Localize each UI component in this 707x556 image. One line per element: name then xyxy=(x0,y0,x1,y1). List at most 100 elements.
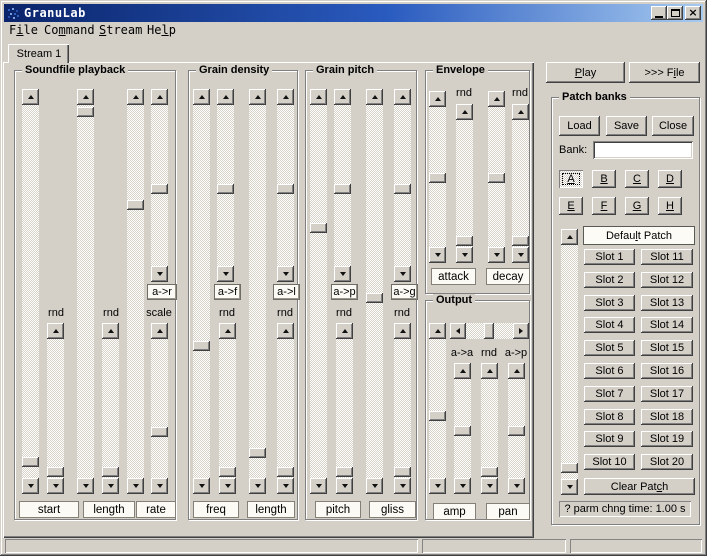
grainlength-rnd-slider-thumb[interactable] xyxy=(277,467,294,477)
freq-rnd-slider-track[interactable] xyxy=(219,339,236,478)
freq-main-slider-up-button[interactable] xyxy=(193,89,210,105)
amp-atoa-slider-down-button[interactable] xyxy=(454,478,471,494)
bank-name-input[interactable] xyxy=(593,141,693,159)
grainlength-main-slider-up-button[interactable] xyxy=(249,89,266,105)
freq-main-slider-track[interactable] xyxy=(193,105,210,478)
amp-atoa-slider-track[interactable] xyxy=(454,379,471,478)
gliss-amp-slider-track[interactable] xyxy=(394,105,411,266)
grainlength-rnd-slider-track[interactable] xyxy=(277,339,294,478)
amp-main-slider-track[interactable] xyxy=(429,339,446,478)
pan-rnd-slider-down-button[interactable] xyxy=(481,478,498,494)
patch-list-scrollbar-up-button[interactable] xyxy=(561,229,578,245)
freq-amp-slider[interactable] xyxy=(217,89,234,282)
gliss-amp-slider-down-button[interactable] xyxy=(394,266,411,282)
slot-4-button[interactable]: Slot 4 xyxy=(584,317,635,333)
amp-to-pitch-button[interactable]: a->p xyxy=(331,284,358,300)
rate-amp-slider-thumb[interactable] xyxy=(151,184,168,194)
pitch-main-slider-thumb[interactable] xyxy=(310,223,327,233)
decay-rnd-slider-up-button[interactable] xyxy=(512,104,529,120)
freq-amp-slider-thumb[interactable] xyxy=(217,184,234,194)
rate-amp-slider[interactable] xyxy=(151,89,168,282)
freq-rnd-slider-up-button[interactable] xyxy=(219,323,236,339)
bank-a-button[interactable]: A xyxy=(559,170,583,188)
length-main-slider[interactable] xyxy=(77,89,94,494)
pitch-amp-slider-up-button[interactable] xyxy=(334,89,351,105)
start-main-slider-up-button[interactable] xyxy=(22,89,39,105)
rate-scale-slider-track[interactable] xyxy=(151,339,168,478)
pan-atop-slider-down-button[interactable] xyxy=(508,478,525,494)
freq-main-slider[interactable] xyxy=(193,89,210,494)
pitch-amp-slider-thumb[interactable] xyxy=(334,184,351,194)
rate-main-slider-up-button[interactable] xyxy=(127,89,144,105)
attack-rnd-slider-down-button[interactable] xyxy=(456,247,473,263)
freq-rnd-slider-down-button[interactable] xyxy=(219,478,236,494)
patch-list-scrollbar-track[interactable] xyxy=(561,245,578,479)
rate-amp-slider-up-button[interactable] xyxy=(151,89,168,105)
gliss-rnd-slider-up-button[interactable] xyxy=(394,323,411,339)
pitch-amp-slider-track[interactable] xyxy=(334,105,351,266)
rate-main-slider[interactable] xyxy=(127,89,144,494)
length-main-slider-thumb[interactable] xyxy=(77,107,94,117)
maximize-button[interactable] xyxy=(667,6,683,20)
bank-b-button[interactable]: B xyxy=(592,170,616,188)
gliss-main-slider-down-button[interactable] xyxy=(366,478,383,494)
slot-5-button[interactable]: Slot 5 xyxy=(584,340,635,356)
amp-to-freq-button[interactable]: a->f xyxy=(214,284,241,300)
start-rnd-slider-down-button[interactable] xyxy=(47,478,64,494)
attack-main-slider-thumb[interactable] xyxy=(429,173,446,183)
slot-7-button[interactable]: Slot 7 xyxy=(584,386,635,402)
freq-amp-slider-up-button[interactable] xyxy=(217,89,234,105)
gliss-amp-slider[interactable] xyxy=(394,89,411,282)
play-button[interactable]: Play xyxy=(546,62,625,83)
pitch-rnd-slider-down-button[interactable] xyxy=(336,478,353,494)
grainlength-amp-slider[interactable] xyxy=(277,89,294,282)
pan-rnd-slider[interactable] xyxy=(481,363,498,494)
decay-main-slider-down-button[interactable] xyxy=(488,247,505,263)
amp-to-length-button[interactable]: a->l xyxy=(273,284,300,300)
pan-atop-slider-up-button[interactable] xyxy=(508,363,525,379)
slot-12-button[interactable]: Slot 12 xyxy=(641,272,693,288)
start-rnd-slider-track[interactable] xyxy=(47,339,64,478)
minimize-button[interactable] xyxy=(651,6,667,20)
menu-command[interactable]: Command xyxy=(44,23,95,41)
tab-stream-1[interactable]: Stream 1 xyxy=(8,44,69,63)
rate-amp-slider-down-button[interactable] xyxy=(151,266,168,282)
bank-e-button[interactable]: E xyxy=(559,197,583,215)
rate-main-slider-down-button[interactable] xyxy=(127,478,144,494)
grainlength-main-slider-thumb[interactable] xyxy=(249,448,266,458)
grainlength-main-slider-track[interactable] xyxy=(249,105,266,478)
grainlength-rnd-slider[interactable] xyxy=(277,323,294,494)
pitch-main-slider[interactable] xyxy=(310,89,327,494)
attack-rnd-slider-up-button[interactable] xyxy=(456,104,473,120)
start-rnd-slider-thumb[interactable] xyxy=(47,467,64,477)
decay-rnd-slider[interactable] xyxy=(512,104,529,263)
gliss-main-slider-up-button[interactable] xyxy=(366,89,383,105)
gliss-main-slider[interactable] xyxy=(366,89,383,494)
pitch-main-slider-up-button[interactable] xyxy=(310,89,327,105)
slot-13-button[interactable]: Slot 13 xyxy=(641,295,693,311)
start-rnd-slider-up-button[interactable] xyxy=(47,323,64,339)
start-main-slider-down-button[interactable] xyxy=(22,478,39,494)
clear-patch-button[interactable]: Clear Patch xyxy=(584,478,695,495)
start-rnd-slider[interactable] xyxy=(47,323,64,494)
rate-scale-slider-up-button[interactable] xyxy=(151,323,168,339)
attack-rnd-slider-thumb[interactable] xyxy=(456,236,473,246)
save-button[interactable]: Save xyxy=(606,116,647,136)
length-main-slider-up-button[interactable] xyxy=(77,89,94,105)
patch-list-scrollbar-down-button[interactable] xyxy=(561,479,578,495)
pan-main-slider-left-button[interactable] xyxy=(450,323,466,339)
grainlength-amp-slider-thumb[interactable] xyxy=(277,184,294,194)
pan-main-slider[interactable] xyxy=(450,323,529,339)
freq-amp-slider-down-button[interactable] xyxy=(217,266,234,282)
rate-scale-slider-down-button[interactable] xyxy=(151,478,168,494)
pan-rnd-slider-thumb[interactable] xyxy=(481,467,498,477)
grainlength-main-slider[interactable] xyxy=(249,89,266,494)
slot-3-button[interactable]: Slot 3 xyxy=(584,295,635,311)
slot-10-button[interactable]: Slot 10 xyxy=(584,454,635,470)
length-main-slider-track[interactable] xyxy=(77,105,94,478)
amp-to-gliss-button[interactable]: a->g xyxy=(391,284,418,300)
pan-rnd-slider-track[interactable] xyxy=(481,379,498,478)
slot-1-button[interactable]: Slot 1 xyxy=(584,249,635,265)
freq-main-slider-down-button[interactable] xyxy=(193,478,210,494)
length-main-slider-down-button[interactable] xyxy=(77,478,94,494)
